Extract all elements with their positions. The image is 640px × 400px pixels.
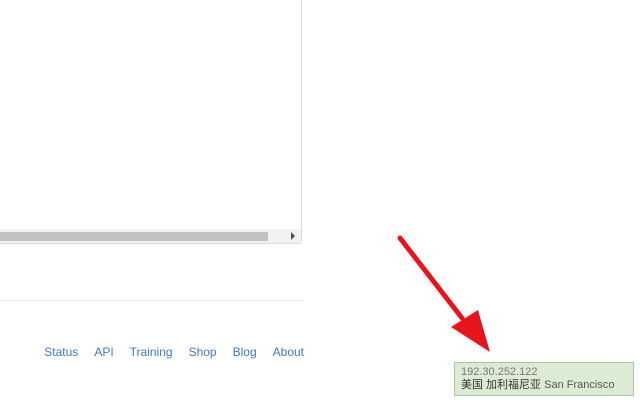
horizontal-scrollbar[interactable]	[0, 229, 301, 243]
footer-link-about[interactable]: About	[273, 344, 304, 360]
footer-link-api[interactable]: API	[94, 344, 113, 360]
footer-link-shop[interactable]: Shop	[189, 344, 217, 360]
ip-location-tooltip: 192.30.252.122 美国 加利福尼亚 San Francisco	[454, 362, 634, 396]
scroll-right-button[interactable]	[288, 231, 298, 241]
footer-link-training[interactable]: Training	[130, 344, 173, 360]
footer-link-status[interactable]: Status	[44, 344, 78, 360]
footer-nav: Status API Training Shop Blog About	[44, 344, 304, 360]
code-preview-box	[0, 0, 302, 244]
footer-link-blog[interactable]: Blog	[233, 344, 257, 360]
footer-divider	[0, 300, 304, 301]
page: Status API Training Shop Blog About 192.…	[0, 0, 640, 400]
ip-location: 美国 加利福尼亚 San Francisco	[461, 379, 627, 392]
location-region: 美国 加利福尼亚	[461, 379, 542, 391]
scrollbar-thumb[interactable]	[0, 232, 268, 241]
triangle-right-icon	[291, 232, 295, 240]
location-city: San Francisco	[544, 379, 615, 391]
ip-address: 192.30.252.122	[461, 366, 538, 378]
